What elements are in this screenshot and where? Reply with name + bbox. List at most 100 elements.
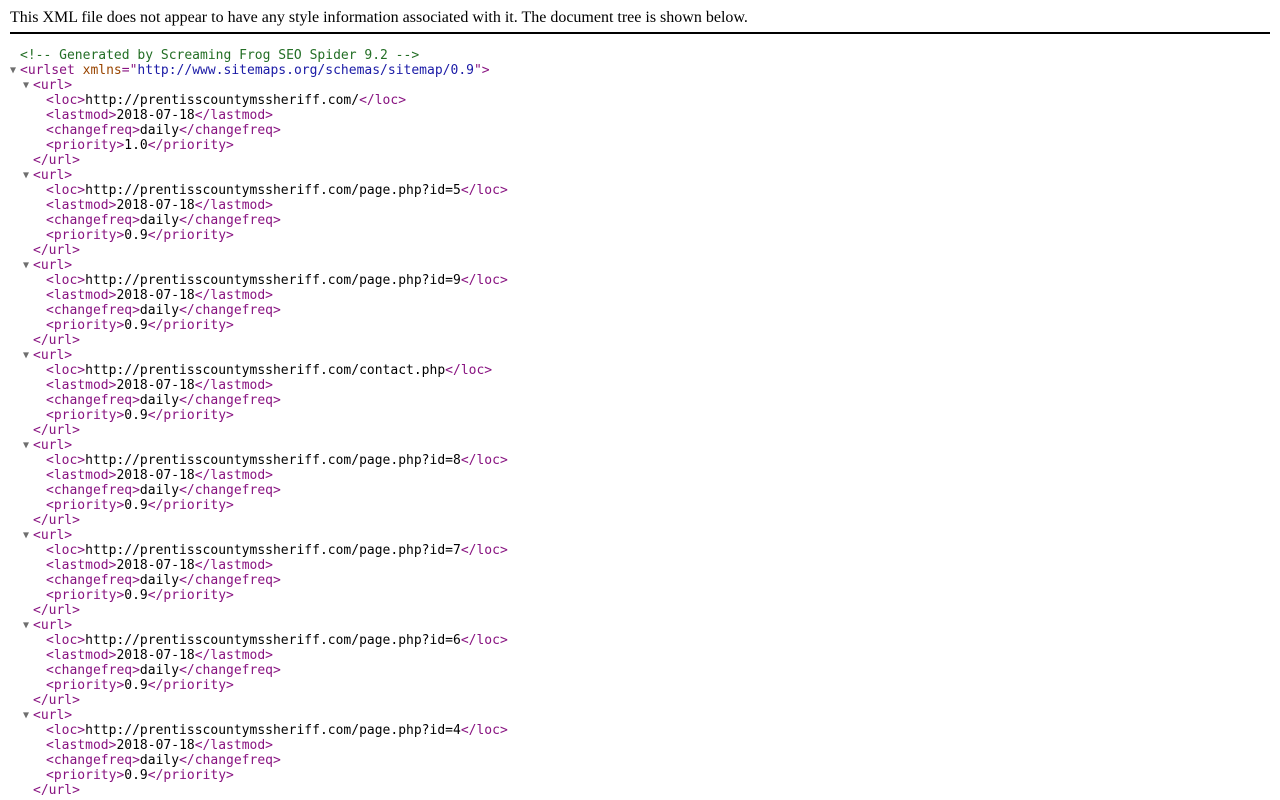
priority-close-tag: </priority>: [147, 498, 234, 513]
collapse-url-icon[interactable]: ▼: [23, 438, 33, 453]
lastmod-open-tag: <lastmod>: [46, 468, 117, 483]
url-open-line: ▼ <url>: [10, 348, 508, 363]
lastmod-close-tag: </lastmod>: [194, 648, 274, 663]
lastmod-value: 2018-07-18: [116, 378, 195, 393]
changefreq-value: daily: [139, 123, 180, 138]
loc-value: http://prentisscountymssheriff.com/page.…: [85, 543, 461, 558]
priority-line: <priority>0.9</priority>: [10, 228, 508, 243]
collapse-url-icon[interactable]: ▼: [23, 78, 33, 93]
loc-open-tag: <loc>: [46, 453, 86, 468]
lastmod-close-tag: </lastmod>: [194, 558, 274, 573]
priority-line: <priority>1.0</priority>: [10, 138, 508, 153]
priority-close-tag: </priority>: [147, 678, 234, 693]
loc-close-tag: </loc>: [460, 273, 508, 288]
changefreq-open-tag: <changefreq>: [46, 303, 140, 318]
priority-value: 0.9: [124, 678, 148, 693]
url-open-line: ▼ <url>: [10, 438, 508, 453]
url-open-line: ▼ <url>: [10, 708, 508, 723]
loc-open-tag: <loc>: [46, 183, 86, 198]
loc-line: <loc>http://prentisscountymssheriff.com/…: [10, 273, 508, 288]
priority-open-tag: <priority>: [46, 138, 125, 153]
lastmod-close-tag: </lastmod>: [194, 738, 274, 753]
collapse-url-icon[interactable]: ▼: [23, 168, 33, 183]
priority-open-tag: <priority>: [46, 678, 125, 693]
loc-close-tag: </loc>: [460, 633, 508, 648]
changefreq-close-tag: </changefreq>: [179, 663, 281, 678]
priority-close-tag: </priority>: [147, 408, 234, 423]
lastmod-value: 2018-07-18: [116, 468, 195, 483]
lastmod-open-tag: <lastmod>: [46, 378, 117, 393]
loc-close-tag: </loc>: [460, 183, 508, 198]
url-entry: ▼ <url> <loc>http://prentisscountymssheri…: [10, 258, 508, 348]
lastmod-close-tag: </lastmod>: [194, 198, 274, 213]
loc-value: http://prentisscountymssheriff.com/page.…: [85, 723, 461, 738]
url-entry: ▼ <url> <loc>http://prentisscountymssheri…: [10, 78, 508, 168]
urlset-attr-value: http://www.sitemaps.org/schemas/sitemap/…: [137, 63, 474, 78]
loc-close-tag: </loc>: [460, 723, 508, 738]
changefreq-open-tag: <changefreq>: [46, 573, 140, 588]
priority-value: 0.9: [124, 768, 148, 783]
url-open-tag: <url>: [33, 258, 73, 273]
lastmod-value: 2018-07-18: [116, 648, 195, 663]
changefreq-line: <changefreq>daily</changefreq>: [10, 483, 508, 498]
changefreq-line: <changefreq>daily</changefreq>: [10, 303, 508, 318]
url-close-line: </url>: [10, 693, 508, 708]
url-close-line: </url>: [10, 513, 508, 528]
collapse-url-icon[interactable]: ▼: [23, 528, 33, 543]
changefreq-close-tag: </changefreq>: [179, 573, 281, 588]
url-close-tag: </url>: [33, 603, 80, 618]
priority-value: 1.0: [124, 138, 148, 153]
changefreq-value: daily: [139, 303, 180, 318]
generator-comment-line: <!-- Generated by Screaming Frog SEO Spi…: [10, 48, 508, 63]
url-entry: ▼ <url> <loc>http://prentisscountymssheri…: [10, 348, 508, 438]
url-open-tag: <url>: [33, 618, 73, 633]
priority-close-tag: </priority>: [147, 318, 234, 333]
changefreq-value: daily: [139, 393, 180, 408]
url-open-line: ▼ <url>: [10, 168, 508, 183]
url-close-line: </url>: [10, 423, 508, 438]
lastmod-open-tag: <lastmod>: [46, 108, 117, 123]
changefreq-open-tag: <changefreq>: [46, 213, 140, 228]
changefreq-line: <changefreq>daily</changefreq>: [10, 123, 508, 138]
url-close-line: </url>: [10, 243, 508, 258]
loc-line: <loc>http://prentisscountymssheriff.com/…: [10, 363, 508, 378]
changefreq-open-tag: <changefreq>: [46, 483, 140, 498]
priority-line: <priority>0.9</priority>: [10, 678, 508, 693]
loc-value: http://prentisscountymssheriff.com/page.…: [85, 273, 461, 288]
url-close-line: </url>: [10, 783, 508, 798]
collapse-url-icon[interactable]: ▼: [23, 708, 33, 723]
collapse-url-icon[interactable]: ▼: [23, 348, 33, 363]
url-close-line: </url>: [10, 333, 508, 348]
lastmod-line: <lastmod>2018-07-18</lastmod>: [10, 378, 508, 393]
xml-document-tree: <!-- Generated by Screaming Frog SEO Spi…: [10, 48, 508, 798]
url-close-tag: </url>: [33, 243, 80, 258]
loc-value: http://prentisscountymssheriff.com/page.…: [85, 453, 461, 468]
urlset-tag-end: ">: [473, 63, 490, 78]
url-close-tag: </url>: [33, 153, 80, 168]
collapse-url-icon[interactable]: ▼: [23, 258, 33, 273]
loc-close-tag: </loc>: [359, 93, 407, 108]
url-entry: ▼ <url> <loc>http://prentisscountymssheri…: [10, 168, 508, 258]
changefreq-open-tag: <changefreq>: [46, 663, 140, 678]
changefreq-open-tag: <changefreq>: [46, 753, 140, 768]
loc-open-tag: <loc>: [46, 633, 86, 648]
changefreq-line: <changefreq>daily</changefreq>: [10, 573, 508, 588]
collapse-url-icon[interactable]: ▼: [23, 618, 33, 633]
collapse-urlset-icon[interactable]: ▼: [10, 63, 20, 78]
loc-close-tag: </loc>: [460, 453, 508, 468]
loc-value: http://prentisscountymssheriff.com/page.…: [85, 183, 461, 198]
loc-close-tag: </loc>: [460, 543, 508, 558]
loc-open-tag: <loc>: [46, 363, 86, 378]
urlset-open-line: ▼ <urlset xmlns="http://www.sitemaps.org/…: [10, 63, 508, 78]
lastmod-close-tag: </lastmod>: [194, 468, 274, 483]
lastmod-line: <lastmod>2018-07-18</lastmod>: [10, 648, 508, 663]
xml-info-message: This XML file does not appear to have an…: [10, 9, 748, 26]
loc-line: <loc>http://prentisscountymssheriff.com/…: [10, 543, 508, 558]
xml-info-header: This XML file does not appear to have an…: [10, 9, 1270, 34]
priority-close-tag: </priority>: [147, 138, 234, 153]
priority-open-tag: <priority>: [46, 408, 125, 423]
lastmod-value: 2018-07-18: [116, 288, 195, 303]
lastmod-line: <lastmod>2018-07-18</lastmod>: [10, 108, 508, 123]
url-entry: ▼ <url> <loc>http://prentisscountymssheri…: [10, 618, 508, 708]
priority-close-tag: </priority>: [147, 768, 234, 783]
